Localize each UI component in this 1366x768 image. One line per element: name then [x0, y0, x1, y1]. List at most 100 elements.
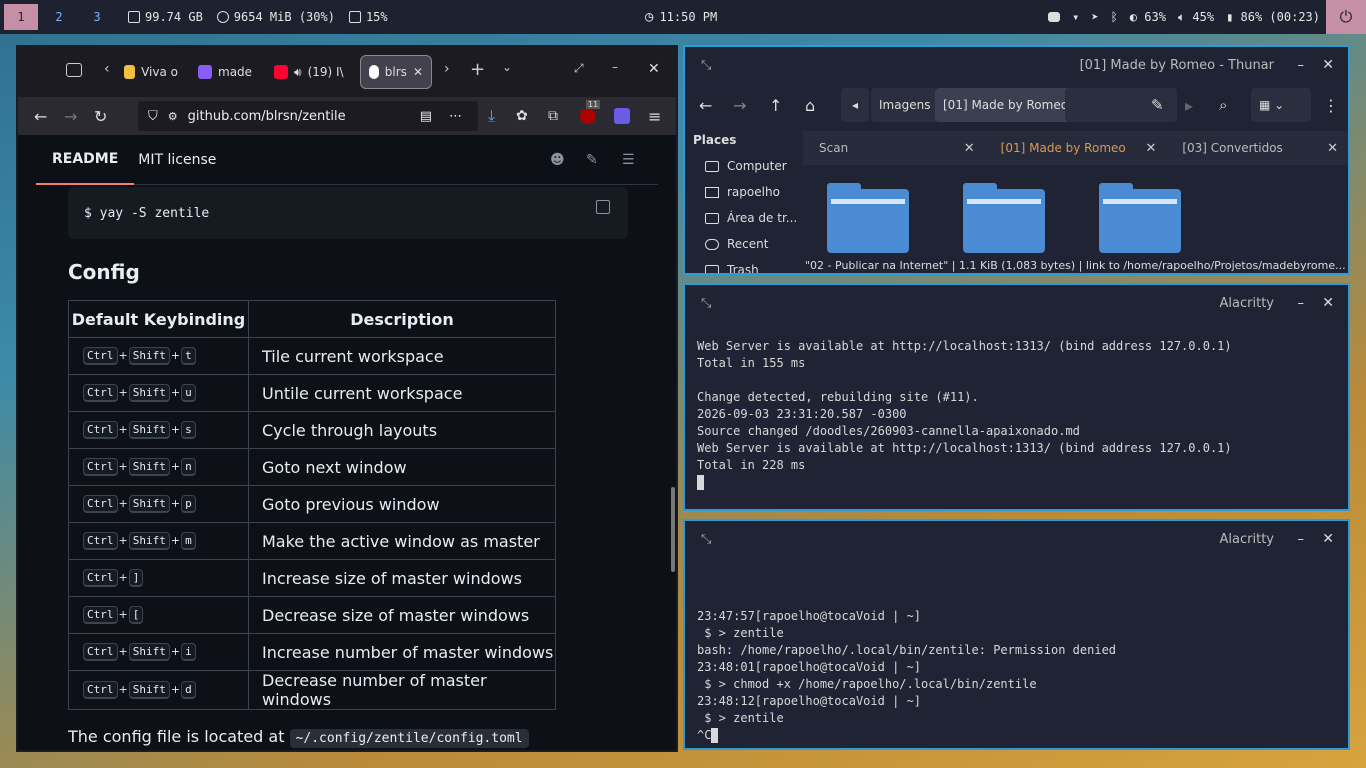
home-icon — [705, 186, 719, 198]
terminal-line: $ > zentile — [697, 626, 784, 640]
key-cap: s — [181, 421, 196, 439]
place-recent[interactable]: Recent — [685, 231, 799, 257]
minimize-icon[interactable]: – — [1298, 532, 1305, 547]
permissions-icon[interactable]: ⚙ — [168, 110, 178, 123]
tab-youtube[interactable]: 🔊︎ (19) I\ — [266, 55, 356, 89]
workspace-3[interactable]: 3 — [80, 4, 114, 30]
page-scrollbar[interactable] — [671, 487, 675, 572]
wifi-icon[interactable]: ▾ — [1072, 10, 1079, 24]
proton-icon[interactable] — [614, 108, 630, 124]
close-icon[interactable]: ✕ — [1322, 295, 1334, 311]
reader-view-icon[interactable]: ▤ — [420, 109, 432, 124]
place-desktop[interactable]: Área de tr... — [685, 205, 799, 231]
ublock-icon[interactable]: 11 — [580, 100, 601, 124]
expand-icon[interactable]: ⤡ — [701, 58, 711, 73]
tab-scroll-left-icon[interactable]: ‹ — [104, 61, 110, 77]
config-path: ~/.config/zentile/config.toml — [289, 729, 529, 748]
tab-convertidos[interactable]: [03] Convertidos ✕ — [1166, 131, 1348, 165]
folder-icon[interactable] — [1099, 183, 1181, 253]
terminal-line: $ > chmod +x /home/rapoelho/.local/bin/z… — [697, 677, 1037, 691]
telegram-icon[interactable]: ➤ — [1091, 10, 1098, 24]
copilot-icon[interactable]: ☻ — [550, 152, 565, 168]
edit-path-icon[interactable]: ✎ — [1151, 96, 1164, 114]
keybinding-cell: Ctrl + Shift + d — [68, 670, 249, 710]
speaker-icon[interactable]: 🔊︎ — [294, 65, 302, 80]
tab-made[interactable]: made — [190, 55, 262, 89]
close-icon[interactable]: ✕ — [1322, 57, 1334, 73]
downloads-icon[interactable]: ⤓ — [488, 106, 495, 126]
crumb-left-icon[interactable]: ◂ — [841, 88, 869, 122]
new-tab-icon[interactable]: + — [470, 59, 485, 80]
shield-icon[interactable]: ⛉ — [148, 109, 158, 124]
close-window-icon[interactable]: ✕ — [648, 61, 660, 77]
crumb-imagens[interactable]: Imagens — [871, 88, 939, 122]
tab-label: Scan — [819, 141, 849, 155]
workspace-2[interactable]: 2 — [42, 4, 76, 30]
tab-viva[interactable]: Viva o — [116, 55, 186, 89]
crumb-current[interactable]: [01] Made by Romeo — [935, 88, 1077, 122]
workspace-1[interactable]: 1 — [4, 4, 38, 30]
expand-icon[interactable]: ⤡ — [701, 532, 711, 547]
table-row: Ctrl + Shift + s Cycle through layouts — [68, 411, 556, 449]
search-icon[interactable]: ⌕ — [1219, 96, 1227, 114]
clock[interactable]: ◷ 11:50 PM — [645, 0, 717, 34]
forward-icon[interactable]: → — [64, 107, 77, 126]
tab-made-by-romeo[interactable]: [01] Made by Romeo ✕ — [985, 131, 1167, 165]
crumb-right-icon[interactable]: ▸ — [1185, 96, 1193, 115]
close-tab-icon[interactable]: ✕ — [964, 141, 975, 156]
minimize-icon[interactable]: – — [1298, 296, 1305, 311]
edit-icon[interactable]: ✎ — [586, 152, 598, 168]
close-tab-icon[interactable]: ✕ — [1145, 141, 1156, 156]
minimize-window-icon[interactable]: – — [612, 60, 618, 74]
interrupt-text: ^C — [697, 728, 712, 742]
page-actions-icon[interactable]: ⋯ — [449, 109, 462, 124]
power-icon: ⏻ — [1339, 7, 1353, 26]
tab-list-icon[interactable]: ⌄ — [502, 60, 512, 74]
expand-icon[interactable]: ⤡ — [701, 296, 711, 311]
memory-status: 9654 MiB (30%) — [216, 10, 335, 24]
menu-icon[interactable]: ⋮ — [1323, 96, 1339, 115]
plus-sign: + — [170, 645, 181, 658]
folder-icon[interactable] — [827, 183, 909, 253]
extension-icon[interactable]: ✿ — [516, 108, 528, 124]
license-tab[interactable]: MIT license — [138, 152, 216, 168]
home-icon[interactable]: ⌂ — [805, 96, 815, 115]
minimize-icon[interactable]: – — [1298, 58, 1305, 73]
copy-icon[interactable] — [596, 200, 610, 214]
readme-tab[interactable]: README — [36, 135, 135, 185]
up-icon[interactable]: ↑ — [769, 96, 782, 115]
cpu-status: 15% — [348, 10, 388, 24]
alacritty-window-1[interactable]: ⤡ Alacritty – ✕ Web Server is available … — [683, 283, 1350, 511]
power-button[interactable]: ⏻ — [1326, 0, 1366, 34]
tab-github[interactable]: blrs ✕ — [360, 55, 432, 89]
menu-icon[interactable]: ≡ — [648, 107, 661, 126]
plus-sign: + — [170, 534, 181, 547]
grid-icon: ▦ ⌄ — [1259, 98, 1285, 112]
bluetooth-icon[interactable]: ᛒ — [1111, 10, 1118, 24]
extensions-icon[interactable]: ⧉ — [548, 108, 558, 124]
close-tab-icon[interactable]: ✕ — [1327, 141, 1338, 156]
back-icon[interactable]: ← — [34, 107, 47, 126]
tab-scroll-right-icon[interactable]: › — [444, 61, 450, 77]
back-icon[interactable]: ← — [699, 96, 712, 115]
restore-window-icon[interactable]: ⤢ — [574, 61, 584, 76]
url-bar[interactable]: ⛉ ⚙ github.com/blrsn/zentile ▤ ⋯ — [138, 101, 478, 131]
place-home[interactable]: rapoelho — [685, 179, 799, 205]
tab-overview-icon[interactable] — [66, 63, 82, 77]
close-icon[interactable]: ✕ — [1322, 531, 1334, 547]
plus-sign: + — [170, 386, 181, 399]
tab-scan[interactable]: Scan ✕ — [803, 131, 985, 165]
description-cell: Tile current workspace — [248, 337, 556, 375]
alacritty-window-2[interactable]: ⤡ Alacritty – ✕ 23:47:57[rapoelho@tocaVo… — [683, 519, 1350, 750]
table-row: Ctrl + Shift + i Increase number of master wi… — [68, 633, 556, 671]
reload-icon[interactable]: ↻ — [94, 107, 107, 126]
forward-icon[interactable]: → — [733, 96, 746, 115]
discord-icon[interactable] — [1048, 12, 1061, 22]
outline-icon[interactable]: ☰ — [622, 152, 635, 168]
close-tab-icon[interactable]: ✕ — [413, 65, 423, 79]
folder-icon[interactable] — [963, 183, 1045, 253]
place-trash[interactable]: Trash — [685, 257, 799, 273]
place-computer[interactable]: Computer — [685, 153, 799, 179]
view-switcher[interactable]: ▦ ⌄ — [1251, 88, 1311, 122]
keybinding-cell: Ctrl + Shift + n — [68, 448, 249, 486]
